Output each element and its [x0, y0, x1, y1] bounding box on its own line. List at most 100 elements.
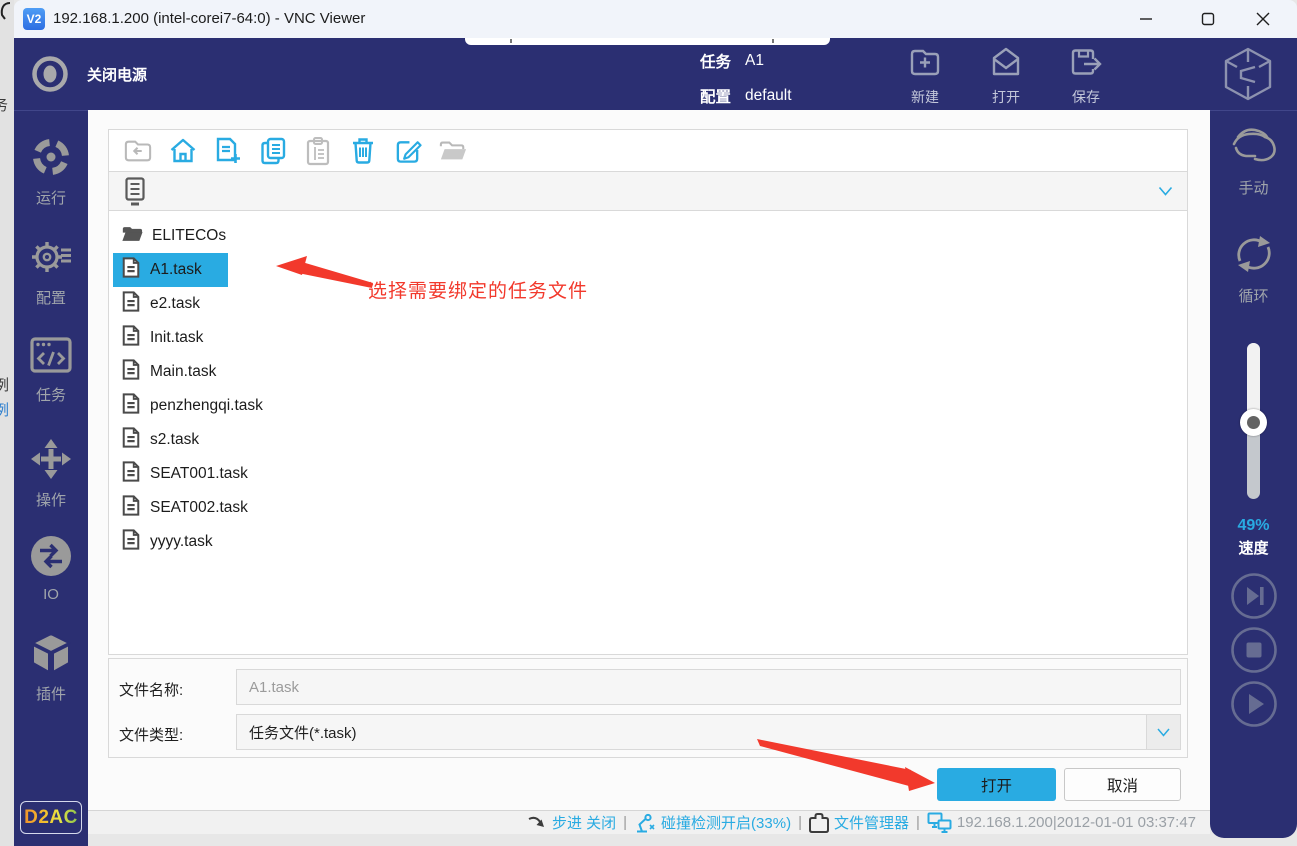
list-item[interactable]: SEAT002.task [113, 491, 274, 525]
open-task-button[interactable]: 打开 [970, 44, 1042, 107]
paste-button[interactable] [304, 137, 332, 165]
step-mode-status[interactable]: 步进 关闭 [527, 812, 616, 833]
gear-icon [28, 235, 74, 279]
chevron-down-icon [1158, 186, 1173, 196]
window-title: 192.168.1.200 (intel-corei7-64:0) - VNC … [53, 0, 365, 38]
folder-item[interactable]: ELITECOs [113, 219, 252, 253]
file-icon [121, 494, 141, 522]
delete-button[interactable] [349, 137, 377, 165]
vnc-window: V2 192.168.1.200 (intel-corei7-64:0) - V… [14, 0, 1297, 846]
new-task-button[interactable]: 新建 [889, 44, 961, 107]
sidebar-item-io[interactable]: IO [14, 534, 88, 603]
file-icon [121, 460, 141, 488]
open-mail-icon [988, 44, 1024, 80]
save-task-label: 保存 [1050, 87, 1122, 107]
list-item[interactable]: Init.task [113, 321, 229, 355]
task-config-info: 任务A1 配置default [700, 47, 792, 109]
run-label: 运行 [14, 187, 88, 208]
new-folder-icon [907, 44, 943, 80]
loop-label: 循环 [1210, 285, 1297, 306]
file-icon [121, 528, 141, 556]
config-label: 配置 [14, 287, 88, 308]
list-item[interactable]: A1.task [113, 253, 228, 287]
vnc-toolbar-notch[interactable] [465, 38, 830, 45]
folder-up-button[interactable] [124, 137, 152, 165]
collision-status[interactable]: 碰撞检测开启(33%) [634, 812, 791, 834]
file-icon [121, 256, 141, 284]
file-form: 文件名称: 文件类型: 任务文件(*.task) [108, 658, 1188, 758]
file-manager-status[interactable]: 文件管理器 [809, 812, 909, 833]
close-button[interactable] [1242, 0, 1284, 38]
file-type-label: 文件类型: [119, 724, 183, 745]
open-folder-button[interactable] [439, 137, 467, 165]
rename-button[interactable] [394, 137, 422, 165]
sidebar-item-task[interactable]: 任务 [14, 334, 88, 405]
collision-icon [634, 812, 656, 834]
status-bar: 步进 关闭 | 碰撞检测开启(33%) | 文件管理器 | 192.168.1.… [88, 810, 1210, 834]
d2ac-badge[interactable]: D2AC [20, 801, 82, 834]
title-bar: V2 192.168.1.200 (intel-corei7-64:0) - V… [14, 0, 1297, 38]
file-type-select[interactable]: 任务文件(*.task) [236, 714, 1181, 750]
folder-icon [121, 224, 143, 248]
brand-cube-logo [1222, 46, 1274, 102]
sidebar-item-config[interactable]: 配置 [14, 235, 88, 308]
manual-label: 手动 [1210, 177, 1297, 198]
list-view-icon [123, 176, 147, 206]
manual-mode-button[interactable]: 手动 [1210, 123, 1297, 198]
loop-mode-button[interactable]: 循环 [1210, 231, 1297, 306]
background-fragment: 务 [0, 94, 8, 115]
minimize-button[interactable] [1125, 0, 1167, 38]
file-name-input[interactable] [236, 669, 1181, 705]
config-value: default [745, 87, 792, 105]
annotation-text: 选择需要绑定的任务文件 [368, 276, 588, 303]
list-item[interactable]: e2.task [113, 287, 226, 321]
file-icon [121, 290, 141, 318]
speed-percent: 49% [1210, 517, 1297, 535]
list-item[interactable]: Main.task [113, 355, 242, 389]
run-icon [29, 135, 73, 179]
close-icon [1256, 12, 1270, 26]
connection-status: 192.168.1.200|2012-01-01 03:37:47 [927, 812, 1196, 833]
copy-button[interactable] [259, 137, 287, 165]
list-item[interactable]: penzhengqi.task [113, 389, 289, 423]
play-button[interactable] [1229, 679, 1279, 729]
list-item[interactable]: SEAT001.task [113, 457, 274, 491]
sidebar-item-plugin[interactable]: 插件 [14, 631, 88, 704]
maximize-button[interactable] [1187, 0, 1229, 38]
path-dropdown[interactable] [108, 171, 1188, 211]
home-button[interactable] [169, 137, 197, 165]
stop-button[interactable] [1229, 625, 1279, 675]
save-icon [1067, 44, 1105, 80]
left-sidebar: 运行 配置 任务 [14, 110, 88, 846]
plugin-label: 插件 [14, 683, 88, 704]
file-list: ELITECOsA1.taske2.taskInit.taskMain.task… [108, 210, 1188, 655]
list-item[interactable]: yyyy.task [113, 525, 239, 559]
vnc-app-icon: V2 [23, 8, 45, 30]
loop-icon [1230, 231, 1278, 277]
open-task-label: 打开 [970, 87, 1042, 107]
task-code-icon [29, 334, 73, 376]
new-task-label: 新建 [889, 87, 961, 107]
speed-slider-thumb[interactable] [1240, 409, 1267, 436]
open-button[interactable]: 打开 [937, 768, 1056, 801]
file-icon [121, 426, 141, 454]
sidebar-item-operate[interactable]: 操作 [14, 437, 88, 510]
file-name-label: 文件名称: [119, 679, 183, 700]
save-task-button[interactable]: 保存 [1050, 44, 1122, 107]
background-fragment [0, 2, 12, 20]
power-button[interactable]: 关闭电源 [30, 54, 147, 94]
cancel-button[interactable]: 取消 [1064, 768, 1181, 801]
new-file-button[interactable] [214, 137, 242, 165]
move-arrows-icon [29, 437, 73, 481]
list-item[interactable]: s2.task [113, 423, 225, 457]
io-icon [29, 534, 73, 578]
operate-label: 操作 [14, 489, 88, 510]
sidebar-item-run[interactable]: 运行 [14, 135, 88, 208]
file-manager-icon [809, 812, 829, 833]
chevron-down-icon [1146, 715, 1180, 749]
task-label: 任务 [700, 50, 731, 72]
file-type-value: 任务文件(*.task) [249, 722, 357, 743]
file-icon [121, 358, 141, 386]
top-bar: 关闭电源 任务A1 配置default 新建 打开 [14, 38, 1297, 110]
step-forward-button[interactable] [1229, 571, 1279, 621]
